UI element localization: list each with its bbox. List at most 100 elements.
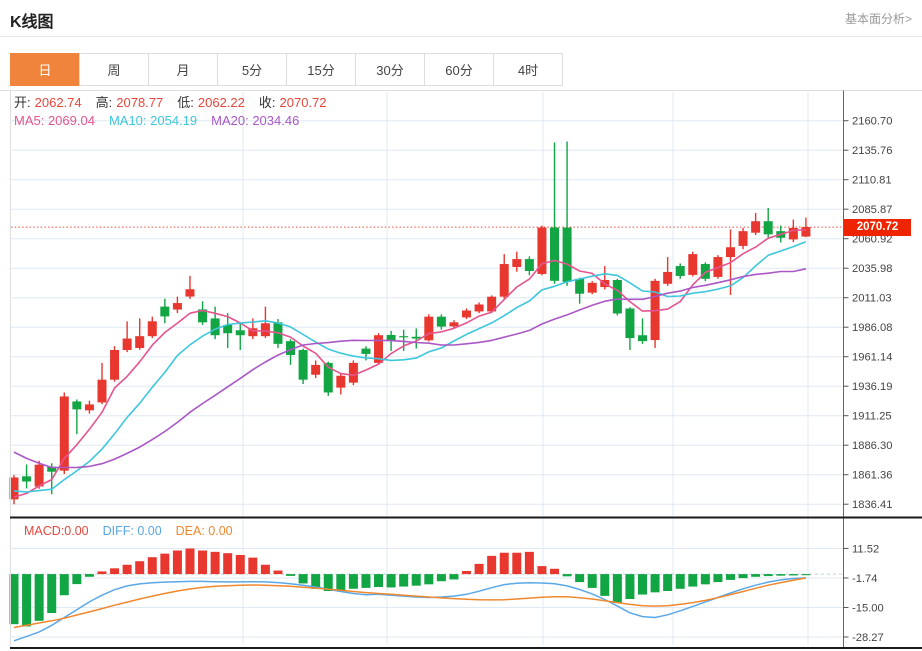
macd-bar: [34, 574, 44, 621]
candle-body: [499, 264, 509, 297]
tab-4hour[interactable]: 4时: [493, 53, 563, 86]
page-title: K线图: [10, 14, 54, 31]
macd-bar: [286, 574, 296, 576]
macd-legend-item: DEA: 0.00: [175, 524, 233, 538]
main-axis-label: 1836.41: [852, 499, 892, 511]
candle-body: [160, 306, 170, 317]
tab-30min[interactable]: 30分: [355, 53, 425, 86]
macd-bar: [449, 574, 459, 580]
candle-body: [185, 289, 195, 297]
candle-body: [462, 310, 472, 318]
ohlc-label: 开:: [14, 95, 31, 110]
main-axis-label: 1936.19: [852, 381, 892, 393]
ma-lines-layer: [13, 228, 807, 498]
macd-axis-label: 11.52: [852, 543, 879, 555]
macd-bar: [638, 574, 647, 595]
interval-tab-bar: 日周月 5分 15分 30分 60分 4时: [10, 53, 563, 86]
candle-body: [638, 335, 647, 342]
macd-bar: [801, 574, 811, 576]
macd-bar: [72, 574, 82, 585]
candle-body: [562, 227, 572, 282]
main-axis-label: 2160.70: [852, 116, 892, 128]
macd-axis-label: -28.27: [852, 632, 884, 644]
macd-bar: [223, 553, 233, 575]
macd-bar: [575, 574, 585, 583]
macd-bar: [260, 564, 270, 575]
ohlc-value: 2062.22: [197, 95, 245, 110]
candle-body: [436, 316, 446, 327]
ohlc-label: 低:: [177, 95, 194, 110]
ma10-line: [13, 240, 807, 493]
main-axis-label: 1861.36: [852, 470, 892, 482]
tab-month[interactable]: 月: [148, 53, 218, 86]
main-axis-label: 2135.76: [852, 145, 892, 157]
candle-body: [550, 227, 560, 281]
macd-bar: [122, 564, 132, 575]
candle-body: [172, 303, 182, 310]
macd-bar: [84, 574, 94, 577]
candle-body: [361, 348, 371, 354]
candle-body: [675, 266, 685, 276]
candle-body: [399, 336, 409, 338]
tab-60min[interactable]: 60分: [424, 53, 494, 86]
macd-bar: [336, 574, 346, 591]
main-axis-label: 1911.25: [852, 411, 892, 423]
main-axis-label: 2035.98: [852, 263, 892, 275]
macd-bar: [411, 574, 421, 586]
macd-bar: [198, 550, 208, 575]
macd-bar: [22, 574, 32, 627]
fundamental-analysis-link[interactable]: 基本面分析>: [845, 10, 912, 27]
candle-body: [235, 330, 245, 336]
candle-body: [625, 308, 635, 339]
macd-bar: [550, 568, 560, 575]
macd-bar: [361, 574, 371, 588]
macd-bar: [135, 561, 145, 575]
macd-legend-item: MACD:0.00: [24, 524, 89, 538]
candle-body: [688, 254, 698, 275]
macd-bar: [537, 566, 547, 575]
macd-lines-layer: [13, 577, 807, 642]
macd-bar: [663, 574, 673, 592]
candle-body: [424, 316, 434, 341]
candle-body: [738, 231, 748, 246]
tab-5min[interactable]: 5分: [217, 53, 287, 86]
macd-bar: [688, 574, 698, 587]
macd-bar: [147, 557, 157, 575]
candles-layer: [9, 141, 811, 505]
tab-day[interactable]: 日: [10, 53, 80, 86]
kline-widget: 2160.70 2135.76 2110.81 2085.87 2060.92 2035.…: [0, 0, 922, 651]
macd-bar: [386, 574, 396, 588]
candle-body: [449, 322, 459, 327]
macd-bar: [725, 574, 735, 580]
candle-body: [122, 338, 132, 351]
candle-body: [311, 364, 321, 375]
macd-bar: [499, 552, 509, 575]
tab-week[interactable]: 周: [79, 53, 149, 86]
candle-body: [763, 221, 773, 235]
macd-bar: [587, 574, 597, 588]
main-axis-label: 1886.30: [852, 440, 892, 452]
macd-bar: [97, 571, 107, 575]
candle-body: [336, 375, 346, 388]
main-axis-label: 2011.03: [852, 293, 892, 305]
ohlc-value: 2062.74: [34, 95, 82, 110]
ohlc-label: 收:: [258, 95, 276, 110]
macd-bar: [59, 574, 69, 596]
candle-body: [348, 362, 358, 383]
macd-bar: [399, 574, 409, 587]
macd-bar: [436, 574, 446, 582]
macd-bar: [562, 574, 572, 577]
candle-body: [512, 259, 522, 267]
candle-body: [801, 227, 811, 237]
candle-body: [34, 464, 44, 487]
current-price-tag: 2070.72: [844, 218, 911, 236]
macd-bar: [110, 568, 120, 575]
macd-axis-label: -1.74: [852, 573, 878, 585]
macd-bar: [675, 574, 685, 589]
candle-body: [135, 336, 145, 348]
candle-body: [474, 304, 484, 312]
y-axis-labels: 2160.702135.762110.812085.872060.922035.…: [843, 116, 892, 644]
ma-legend-item: MA10: 2054.19: [108, 113, 198, 128]
tab-15min[interactable]: 15分: [286, 53, 356, 86]
candle-body: [97, 379, 107, 403]
